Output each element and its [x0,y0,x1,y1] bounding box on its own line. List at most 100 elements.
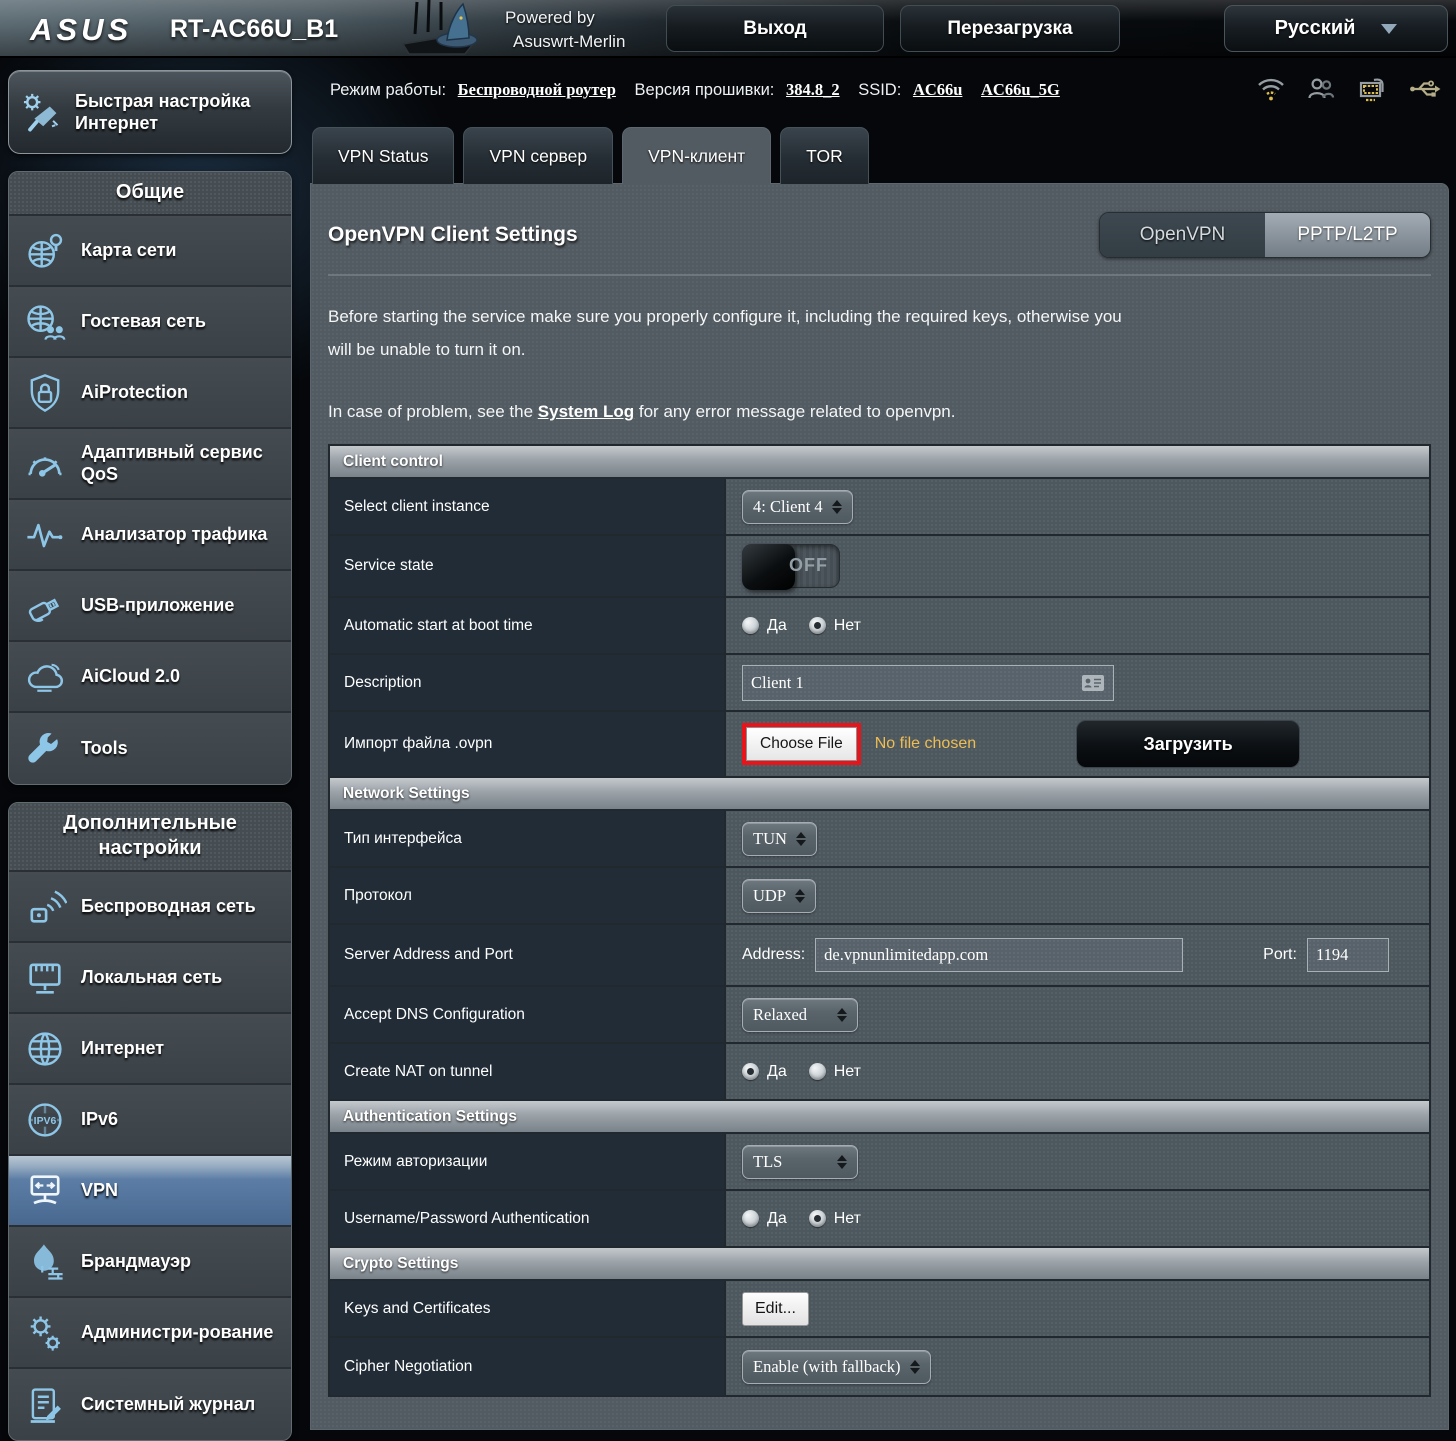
administration-gear-icon [23,1311,67,1355]
tab-vpn-client[interactable]: VPN-клиент [622,127,771,184]
row-create-nat: Create NAT on tunnel Да Нет [330,1044,1429,1101]
sidebar: Быстрая настройка Интернет Общие Карта с… [8,70,292,1441]
sidebar-item-traffic-analyzer[interactable]: Анализатор трафика [9,500,291,571]
sidebar-item-usb-application[interactable]: USB-приложение [9,571,291,642]
client-instance-select[interactable]: 4: Client 4 [742,490,853,524]
operation-mode-link[interactable]: Беспроводной роутер [458,80,616,99]
service-state-toggle[interactable]: OFF [742,544,840,588]
ssid-5g-link[interactable]: AC66u_5G [981,80,1060,99]
sidebar-item-tools[interactable]: Tools [9,713,291,784]
guest-network-icon [23,300,67,344]
quick-internet-setup-button[interactable]: Быстрая настройка Интернет [8,70,292,154]
powered-by: Powered by Asuswrt-Merlin [505,6,625,54]
chevron-down-icon [1381,24,1397,34]
sidebar-item-wireless[interactable]: Беспроводная сеть [9,872,291,943]
sidebar-item-lan[interactable]: Локальная сеть [9,943,291,1014]
reboot-button[interactable]: Перезагрузка [900,5,1120,52]
select-arrows-icon [837,1008,847,1022]
operation-mode-label: Режим работы: [330,81,446,99]
row-cipher-negotiation: Cipher Negotiation Enable (with fallback… [330,1338,1429,1395]
quick-setup-icon [19,89,63,135]
sidebar-group-advanced: Дополнительные настройки Беспроводная се… [8,802,292,1441]
choose-file-highlight: Choose File [742,723,861,765]
sidebar-item-adaptive-qos[interactable]: Адаптивный сервис QoS [9,429,291,500]
select-arrows-icon [832,500,842,514]
protocol-select[interactable]: UDP [742,879,816,913]
merlin-router-logo [395,0,495,58]
sidebar-item-ipv6[interactable]: IPV6 IPv6 [9,1085,291,1156]
saved-clients-icon[interactable] [1081,674,1105,692]
internet-globe-icon [23,1027,67,1071]
row-import-ovpn: Импорт файла .ovpn Choose File No file c… [330,712,1429,778]
choose-file-button[interactable]: Choose File [746,727,857,761]
sidebar-item-administration[interactable]: Администри-рование [9,1298,291,1369]
edit-keys-button[interactable]: Edit... [742,1292,809,1326]
upload-button[interactable]: Загрузить [1076,720,1300,768]
autostart-yes-radio[interactable] [742,617,759,634]
firewall-icon [23,1240,67,1284]
general-section-title: Общие [9,172,291,216]
tab-tor[interactable]: TOR [780,127,869,184]
logout-button[interactable]: Выход [666,5,884,52]
tab-vpn-status[interactable]: VPN Status [312,127,454,184]
advanced-section-title: Дополнительные настройки [9,803,291,872]
vpn-type-switch: OpenVPN PPTP/L2TP [1099,212,1431,258]
intro-text: Before starting the service make sure yo… [328,300,1128,366]
description-input[interactable]: Client 1 [742,665,1114,701]
traffic-analyzer-icon [23,513,67,557]
asus-logo: ASUS [30,12,132,48]
sidebar-item-vpn[interactable]: VPN [9,1156,291,1227]
section-client-control: Client control [330,446,1429,479]
pptp-l2tp-switch-option[interactable]: PPTP/L2TP [1265,213,1430,257]
usb-status-icon[interactable] [1408,74,1442,104]
tab-vpn-server[interactable]: VPN сервер [463,127,613,184]
ssid-2g-link[interactable]: AC66u [913,80,963,99]
sidebar-item-system-log[interactable]: Системный журнал [9,1369,291,1440]
sidebar-item-aicloud[interactable]: AiCloud 2.0 [9,642,291,713]
server-address-input[interactable]: de.vpnunlimitedapp.com [815,938,1183,972]
sidebar-item-network-map[interactable]: Карта сети [9,216,291,287]
accept-dns-select[interactable]: Relaxed [742,998,858,1032]
nat-yes-radio[interactable] [742,1063,759,1080]
ssid-label: SSID: [858,81,901,99]
sidebar-item-firewall[interactable]: Брандмауэр [9,1227,291,1298]
svg-text:IPV6: IPV6 [34,1115,57,1126]
row-automatic-start: Automatic start at boot time Да Нет [330,598,1429,655]
section-network-settings: Network Settings [330,778,1429,811]
interface-type-select[interactable]: TUN [742,822,817,856]
autostart-no-radio[interactable] [809,617,826,634]
firmware-label: Версия прошивки: [635,81,775,99]
openvpn-switch-option[interactable]: OpenVPN [1100,213,1265,257]
quick-setup-label: Быстрая настройка Интернет [75,90,250,135]
firmware-version-link[interactable]: 384.8_2 [786,80,840,99]
router-model: RT-AC66U_B1 [170,15,338,44]
sidebar-item-aiprotection[interactable]: AiProtection [9,358,291,429]
userpass-no-radio[interactable] [809,1210,826,1227]
clients-status-icon[interactable] [1306,74,1336,104]
nat-no-radio[interactable] [809,1063,826,1080]
port-label: Port: [1263,946,1297,964]
row-protocol: Протокол UDP [330,868,1429,925]
server-port-input[interactable]: 1194 [1307,938,1389,972]
userpass-yes-radio[interactable] [742,1210,759,1227]
vpn-icon [23,1169,67,1213]
select-arrows-icon [837,1155,847,1169]
toggle-knob [742,544,795,590]
lan-icon [23,956,67,1000]
auth-mode-select[interactable]: TLS [742,1145,858,1179]
wifi-status-icon[interactable] [1256,74,1286,104]
settings-table: Client control Select client instance 4:… [328,444,1431,1397]
language-selector[interactable]: Русский [1224,5,1448,52]
title-divider [328,274,1431,276]
system-log-link[interactable]: System Log [538,402,634,421]
network-map-icon [23,229,67,273]
cipher-negotiation-select[interactable]: Enable (with fallback) [742,1350,931,1384]
tools-wrench-icon [23,727,67,771]
ipv6-icon: IPV6 [23,1098,67,1142]
wired-clients-status-icon[interactable] [1356,74,1388,104]
page-title: OpenVPN Client Settings [328,223,578,247]
vpn-tab-bar: VPN Status VPN сервер VPN-клиент TOR [312,127,869,184]
sidebar-item-wan[interactable]: Интернет [9,1014,291,1085]
usb-application-icon [23,584,67,628]
sidebar-item-guest-network[interactable]: Гостевая сеть [9,287,291,358]
